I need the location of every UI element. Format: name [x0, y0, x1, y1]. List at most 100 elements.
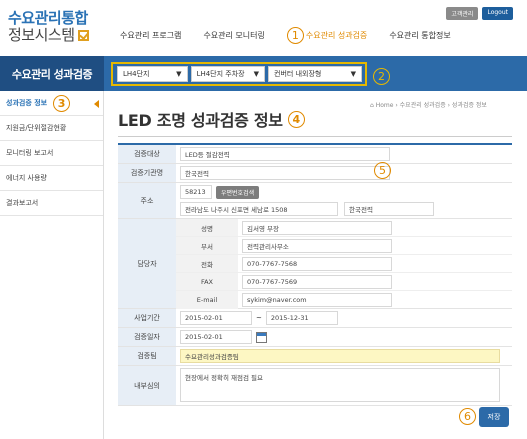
contact-email-label: E-mail — [176, 291, 238, 309]
sidebar-item-subsidy[interactable]: 지원금/단위절감현황 — [0, 116, 103, 141]
period-separator: ~ — [256, 314, 262, 322]
gnb-item-performance[interactable]: 1 수요관리 성과검증 — [286, 26, 368, 44]
period-end-field[interactable]: 2015-12-31 — [265, 311, 338, 325]
facility-select[interactable]: LH4단지 주차장 ▼ — [190, 66, 266, 82]
contact-phone-field[interactable]: 070-7767-7568 — [242, 256, 392, 271]
team-field[interactable]: 수요관리성과검증팀 — [180, 349, 500, 363]
row-team: 검증팀 수요관리성과검증팀 — [118, 347, 512, 366]
contact-dept-cell: 전력관리사무소 — [238, 237, 512, 254]
row-period: 사업기간 2015-02-01 ~ 2015-12-31 — [118, 309, 512, 328]
save-button[interactable]: 저장 — [479, 407, 509, 427]
logo-title-line2-text: 정보시스템 — [8, 26, 75, 44]
active-arrow-icon — [94, 100, 99, 108]
target-field[interactable]: LED등 절감전력 — [180, 147, 390, 161]
sidebar-item-energy-usage[interactable]: 에너지 사용량 — [0, 166, 103, 191]
team-cell: 수요관리성과검증팀 — [176, 347, 512, 365]
contact-row-email: E-mail sykim@naver.com — [176, 291, 512, 309]
address1-field[interactable]: 전라남도 나주시 신포면 세남로 1508 — [180, 202, 338, 216]
contact-row-name: 성명 김서영 부장 — [176, 219, 512, 237]
target-cell: LED등 절감전력 — [176, 145, 512, 163]
contact-name-label: 성명 — [176, 219, 238, 236]
zip-field[interactable]: 58213 — [180, 185, 212, 199]
gnb-item-performance-label: 수요관리 성과검증 — [305, 30, 368, 40]
contact-dept-label: 부서 — [176, 237, 238, 254]
step-marker-3: 3 — [53, 94, 71, 112]
page-title-text: LED 조명 성과검증 정보 — [118, 111, 283, 130]
sidebar: 성과검증 정보 3 지원금/단위절감현황 모니터링 보고서 에너지 사용량 결과… — [0, 91, 104, 439]
filter-selects: LH4단지 ▼ LH4단지 주차장 ▼ 컨버터 내외장형 ▼ — [111, 62, 367, 86]
row-target: 검증대상 LED등 절감전력 — [118, 145, 512, 164]
row-opinion: 내부심의 현장에서 정확히 재점검 필요 — [118, 366, 512, 406]
type-select[interactable]: 컨버터 내외장형 ▼ — [268, 66, 363, 82]
contact-email-field[interactable]: sykim@naver.com — [242, 293, 392, 307]
sidebar-item-label: 성과검증 정보 — [6, 99, 48, 107]
sidebar-item-performance-info[interactable]: 성과검증 정보 3 — [0, 91, 103, 116]
period-label: 사업기간 — [118, 309, 176, 327]
row-org: 검증기관명 한국전력 — [118, 164, 512, 183]
gnb-item-monitoring[interactable]: 수요관리 모니터링 — [203, 29, 264, 41]
facility-select-value: LH4단지 주차장 — [196, 70, 245, 78]
contact-fax-label: FAX — [176, 273, 238, 290]
verification-form: 5 검증대상 LED등 절감전력 검증기관명 한국전력 주소 58213 우편번… — [118, 143, 512, 406]
gnb-item-integrated[interactable]: 수요관리 통합정보 — [389, 29, 450, 41]
contact-phone-cell: 070-7767-7568 — [238, 255, 512, 272]
sidebar-item-result-report[interactable]: 결과보고서 — [0, 191, 103, 216]
row-contact: 담당자 성명 김서영 부장 부서 전력관리사무소 전화 070-7767-756… — [118, 219, 512, 309]
org-label: 검증기관명 — [118, 164, 176, 182]
gnb-item-program[interactable]: 수요관리 프로그램 — [120, 29, 181, 41]
period-cell: 2015-02-01 ~ 2015-12-31 — [176, 309, 512, 327]
opinion-cell: 현장에서 정확히 재점검 필요 — [176, 366, 512, 405]
contact-fax-cell: 070-7767-7569 — [238, 273, 512, 290]
date-cell: 2015-02-01 — [176, 328, 512, 346]
chevron-down-icon: ▼ — [350, 70, 357, 78]
date-label: 검증일자 — [118, 328, 176, 346]
team-label: 검증팀 — [118, 347, 176, 365]
zip-search-button[interactable]: 우편번호검색 — [216, 185, 260, 199]
opinion-label: 내부심의 — [118, 366, 176, 405]
contact-fax-field[interactable]: 070-7767-7569 — [242, 274, 392, 289]
org-field[interactable]: 한국전력 — [180, 166, 390, 180]
logout-button[interactable]: Logout — [482, 7, 513, 20]
chevron-down-icon: ▼ — [253, 70, 260, 78]
row-date: 검증일자 2015-02-01 — [118, 328, 512, 347]
target-label: 검증대상 — [118, 145, 176, 163]
sidebar-item-monitoring-report[interactable]: 모니터링 보고서 — [0, 141, 103, 166]
step-marker-2: 2 — [373, 68, 390, 85]
step-marker-2-wrap: 2 — [373, 65, 392, 85]
logo-title-line1: 수요관리통합 — [8, 9, 88, 27]
period-start-field[interactable]: 2015-02-01 — [180, 311, 252, 325]
contact-row-phone: 전화 070-7767-7568 — [176, 255, 512, 273]
contact-dept-field[interactable]: 전력관리사무소 — [242, 238, 392, 253]
address-line: 전라남도 나주시 신포면 세남로 1508 한국전력 — [180, 202, 434, 216]
check-badge-icon — [77, 30, 89, 41]
contact-row-dept: 부서 전력관리사무소 — [176, 237, 512, 255]
step-marker-1: 1 — [286, 26, 304, 44]
global-nav: 수요관리 프로그램 수요관리 모니터링 1 수요관리 성과검증 수요관리 통합정… — [120, 26, 473, 44]
logo-title-line2: 정보시스템 — [8, 27, 89, 44]
row-address: 주소 58213 우편번호검색 전라남도 나주시 신포면 세남로 1508 한국… — [118, 183, 512, 219]
sidebar-title: 수요관리 성과검증 — [0, 56, 104, 91]
zip-line: 58213 우편번호검색 — [180, 185, 260, 199]
logo[interactable]: 수요관리통합 정보시스템 — [8, 10, 89, 44]
date-field[interactable]: 2015-02-01 — [180, 330, 252, 344]
contact-label: 담당자 — [118, 219, 176, 308]
top-buttons: 고객관리 Logout — [442, 7, 513, 20]
step-marker-4: 4 — [287, 110, 305, 128]
site-select-value: LH4단지 — [123, 70, 150, 78]
admin-button[interactable]: 고객관리 — [446, 7, 479, 20]
contact-row-fax: FAX 070-7767-7569 — [176, 273, 512, 291]
page-title: LED 조명 성과검증 정보 4 — [118, 107, 307, 131]
address-cell: 58213 우편번호검색 전라남도 나주시 신포면 세남로 1508 한국전력 — [176, 183, 512, 218]
breadcrumb: ⌂ Home › 수요관리 성과검증 › 성과검증 정보 — [370, 102, 487, 109]
chevron-down-icon: ▼ — [176, 70, 182, 78]
address-label: 주소 — [118, 183, 176, 218]
site-select[interactable]: LH4단지 ▼ — [117, 66, 188, 82]
org-cell: 한국전력 — [176, 164, 512, 182]
opinion-textarea[interactable]: 현장에서 정확히 재점검 필요 — [180, 368, 500, 402]
contact-name-field[interactable]: 김서영 부장 — [242, 220, 392, 235]
contact-phone-label: 전화 — [176, 255, 238, 272]
contact-email-cell: sykim@naver.com — [238, 291, 512, 309]
address2-field[interactable]: 한국전력 — [344, 202, 434, 216]
calendar-icon[interactable] — [256, 331, 267, 343]
contact-cell: 성명 김서영 부장 부서 전력관리사무소 전화 070-7767-7568 FA… — [176, 219, 512, 309]
